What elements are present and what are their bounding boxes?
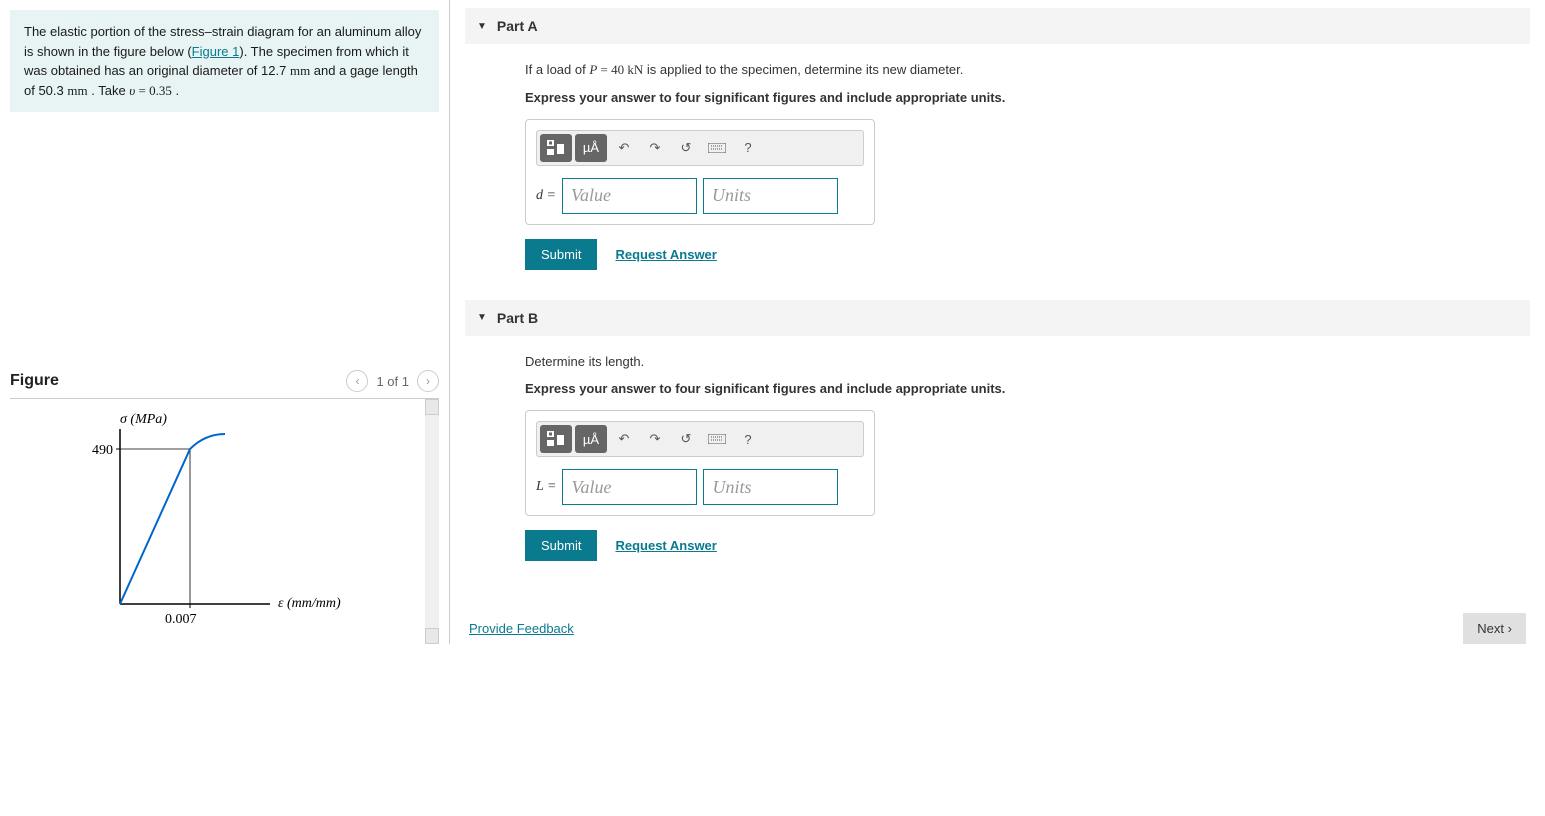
reset-button[interactable]: ↺	[672, 134, 700, 162]
keyboard-icon	[708, 434, 726, 444]
part-a-toolbar: µÅ ↶ ↷ ↺ ?	[536, 130, 864, 166]
redo-button[interactable]: ↷	[641, 134, 669, 162]
part-b-submit-button[interactable]: Submit	[525, 530, 597, 561]
unit-mm-1: mm	[290, 63, 310, 78]
undo-button[interactable]: ↶	[610, 425, 638, 453]
chart-xtick: 0.007	[165, 612, 197, 627]
part-a-q-prefix: If a load of	[525, 62, 589, 77]
figure-prev-button[interactable]: ‹	[346, 370, 368, 392]
keyboard-icon	[708, 143, 726, 153]
template-icon	[546, 430, 566, 448]
footer-row: Provide Feedback Next ›	[465, 613, 1530, 644]
keyboard-button[interactable]	[703, 134, 731, 162]
part-b-toolbar: µÅ ↶ ↷ ↺ ?	[536, 421, 864, 457]
part-b-question: Determine its length.	[525, 352, 1510, 372]
figure-body: σ (MPa) 490 0.007 ε (mm/mm)	[10, 399, 439, 644]
help-button[interactable]: ?	[734, 425, 762, 453]
unit-mm-2: mm	[67, 83, 87, 98]
undo-button[interactable]: ↶	[610, 134, 638, 162]
figure-title: Figure	[10, 372, 59, 390]
provide-feedback-link[interactable]: Provide Feedback	[469, 621, 574, 636]
template-button[interactable]	[540, 134, 572, 162]
figure-link[interactable]: Figure 1	[192, 44, 240, 59]
stress-strain-chart: σ (MPa) 490 0.007 ε (mm/mm)	[10, 409, 390, 639]
next-button[interactable]: Next ›	[1463, 613, 1526, 644]
figure-section: Figure ‹ 1 of 1 › σ (MPa) 490 0.007 ε (m…	[10, 364, 439, 644]
part-a-value-input[interactable]	[562, 178, 697, 214]
part-b-title: Part B	[497, 310, 538, 326]
chart-ylabel: σ (MPa)	[120, 412, 167, 427]
problem-statement: The elastic portion of the stress–strain…	[10, 10, 439, 112]
part-a-q-suffix: is applied to the specimen, determine it…	[643, 62, 963, 77]
part-b-units-input[interactable]	[703, 469, 838, 505]
part-a-units-input[interactable]	[703, 178, 838, 214]
part-a-instruction: Express your answer to four significant …	[525, 90, 1510, 105]
part-a-input-row: d =	[536, 178, 864, 214]
poisson-eq: = 0.35	[135, 83, 172, 98]
figure-pager: 1 of 1	[376, 374, 409, 389]
part-b-submit-row: Submit Request Answer	[525, 530, 1510, 561]
part-b-body: Determine its length. Express your answe…	[465, 336, 1530, 584]
part-b-request-answer-link[interactable]: Request Answer	[615, 538, 716, 553]
units-button[interactable]: µÅ	[575, 425, 607, 453]
figure-next-button[interactable]: ›	[417, 370, 439, 392]
part-b-input-row: L =	[536, 469, 864, 505]
caret-down-icon: ▼	[477, 312, 487, 323]
part-b-value-input[interactable]	[562, 469, 697, 505]
chevron-right-icon: ›	[1508, 621, 1512, 636]
template-button[interactable]	[540, 425, 572, 453]
part-a-submit-row: Submit Request Answer	[525, 239, 1510, 270]
figure-nav: ‹ 1 of 1 ›	[346, 370, 439, 392]
part-a-title: Part A	[497, 18, 538, 34]
part-a-answer-box: µÅ ↶ ↷ ↺ ? d =	[525, 119, 875, 225]
part-a-question: If a load of P = 40 kN is applied to the…	[525, 60, 1510, 80]
part-b-var-label: L =	[536, 479, 556, 495]
help-button[interactable]: ?	[734, 134, 762, 162]
problem-text-5: .	[172, 83, 179, 98]
figure-scrollbar[interactable]	[425, 399, 439, 644]
chart-xlabel: ε (mm/mm)	[278, 596, 341, 611]
part-a-header[interactable]: ▼ Part A	[465, 8, 1530, 44]
left-panel: The elastic portion of the stress–strain…	[0, 0, 450, 644]
part-a-var-label: d =	[536, 188, 556, 204]
figure-header: Figure ‹ 1 of 1 ›	[10, 364, 439, 399]
keyboard-button[interactable]	[703, 425, 731, 453]
reset-button[interactable]: ↺	[672, 425, 700, 453]
redo-button[interactable]: ↷	[641, 425, 669, 453]
template-icon	[546, 139, 566, 157]
part-a-load-rest: = 40 kN	[597, 62, 643, 77]
part-b-instruction: Express your answer to four significant …	[525, 381, 1510, 396]
units-button[interactable]: µÅ	[575, 134, 607, 162]
right-panel: ▼ Part A If a load of P = 40 kN is appli…	[450, 0, 1545, 644]
caret-down-icon: ▼	[477, 21, 487, 32]
chart-ytick: 490	[92, 443, 113, 458]
part-b-answer-box: µÅ ↶ ↷ ↺ ? L =	[525, 410, 875, 516]
part-a-request-answer-link[interactable]: Request Answer	[615, 247, 716, 262]
part-a-submit-button[interactable]: Submit	[525, 239, 597, 270]
part-b-header[interactable]: ▼ Part B	[465, 300, 1530, 336]
part-a-body: If a load of P = 40 kN is applied to the…	[465, 44, 1530, 292]
next-label: Next	[1477, 621, 1504, 636]
problem-text-4: . Take	[88, 83, 130, 98]
